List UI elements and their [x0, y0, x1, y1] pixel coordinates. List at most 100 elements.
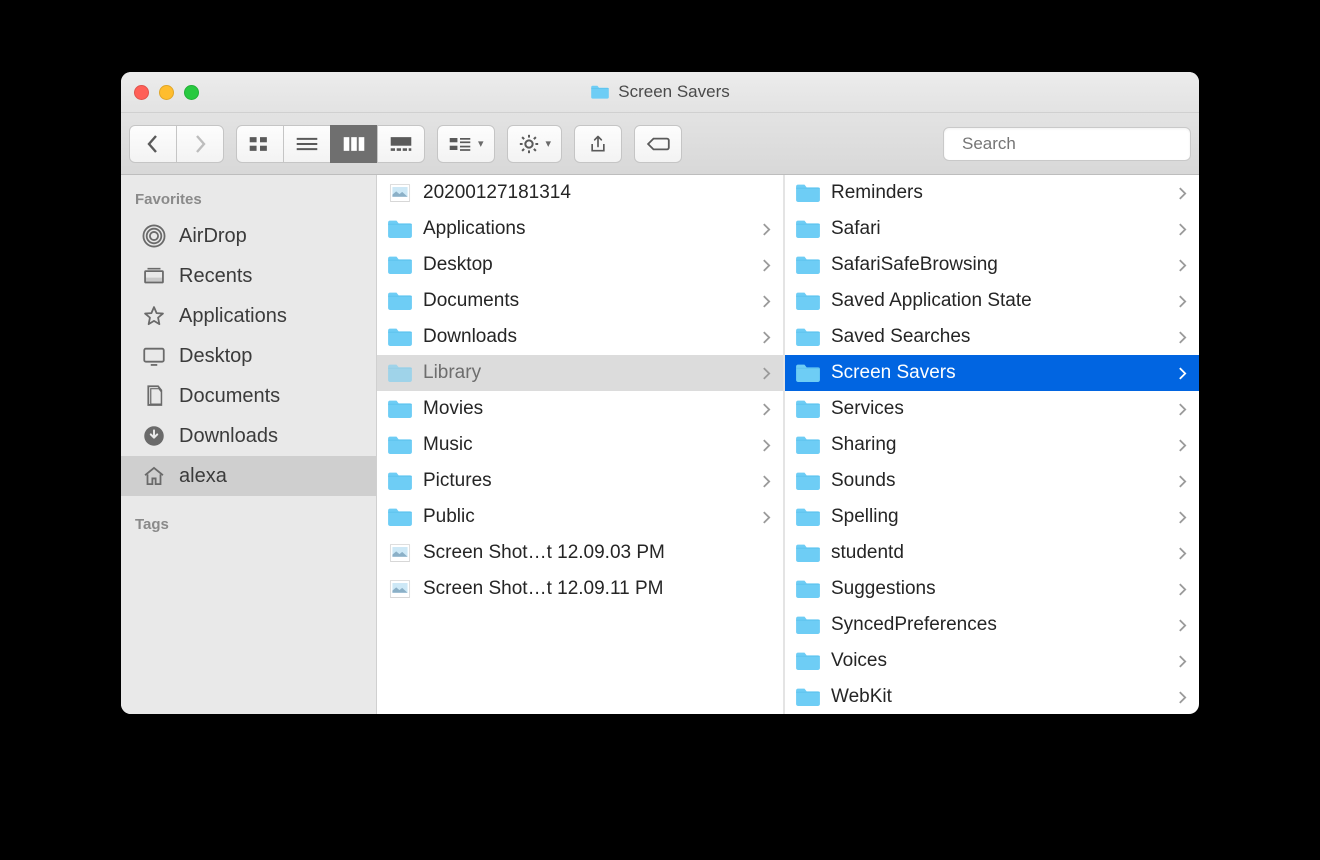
list-item[interactable]: 20200127181314	[377, 175, 783, 211]
item-label: Voices	[831, 650, 1168, 672]
list-item[interactable]: Reminders	[785, 175, 1199, 211]
desktop-icon	[141, 343, 167, 369]
chevron-right-icon	[1178, 331, 1189, 344]
grid-icon	[248, 135, 272, 153]
chevron-right-icon	[762, 223, 773, 236]
gallery-icon	[389, 135, 413, 153]
item-label: Services	[831, 398, 1168, 420]
view-list-button[interactable]	[283, 125, 331, 163]
group-by-button[interactable]: ▾	[437, 125, 495, 163]
item-label: Suggestions	[831, 578, 1168, 600]
item-label: Screen Savers	[831, 362, 1168, 384]
list-item[interactable]: Music	[377, 427, 783, 463]
list-item[interactable]: Screen Savers	[785, 355, 1199, 391]
list-item[interactable]: Library	[377, 355, 783, 391]
tag-icon	[645, 135, 671, 153]
list-item[interactable]: Applications	[377, 211, 783, 247]
minimize-window-button[interactable]	[159, 85, 174, 100]
folder-icon	[795, 182, 821, 204]
item-label: Sharing	[831, 434, 1168, 456]
item-label: Public	[423, 506, 752, 528]
list-item[interactable]: Desktop	[377, 247, 783, 283]
search-field[interactable]	[943, 127, 1191, 161]
list-item[interactable]: Services	[785, 391, 1199, 427]
sidebar-item-alexa[interactable]: alexa	[121, 456, 376, 496]
sidebar-item-desktop[interactable]: Desktop	[121, 336, 376, 376]
folder-icon	[387, 398, 413, 420]
list-item[interactable]: Saved Application State	[785, 283, 1199, 319]
titlebar: Screen Savers	[121, 72, 1199, 113]
view-gallery-button[interactable]	[377, 125, 425, 163]
list-item[interactable]: Screen Shot…t 12.09.03 PM	[377, 535, 783, 571]
documents-icon	[141, 383, 167, 409]
list-item[interactable]: Downloads	[377, 319, 783, 355]
list-item[interactable]: WebKit	[785, 679, 1199, 714]
folder-icon	[387, 218, 413, 240]
titlebar-folder-icon	[590, 84, 610, 100]
image-icon	[387, 578, 413, 600]
chevron-right-icon	[1178, 367, 1189, 380]
chevron-right-icon	[1178, 547, 1189, 560]
list-icon	[295, 135, 319, 153]
list-item[interactable]: Movies	[377, 391, 783, 427]
folder-icon	[795, 362, 821, 384]
item-label: studentd	[831, 542, 1168, 564]
list-item[interactable]: Voices	[785, 643, 1199, 679]
item-label: Saved Searches	[831, 326, 1168, 348]
list-item[interactable]: Spelling	[785, 499, 1199, 535]
downloads-icon	[141, 423, 167, 449]
folder-icon	[795, 470, 821, 492]
chevron-right-icon	[762, 439, 773, 452]
item-label: Safari	[831, 218, 1168, 240]
sidebar-heading-favorites: Favorites	[121, 185, 376, 216]
sidebar-item-label: Documents	[179, 385, 280, 408]
list-item[interactable]: Safari	[785, 211, 1199, 247]
share-button[interactable]	[574, 125, 622, 163]
list-item[interactable]: SyncedPreferences	[785, 607, 1199, 643]
item-label: SafariSafeBrowsing	[831, 254, 1168, 276]
nav-group	[129, 125, 224, 163]
chevron-right-icon	[1178, 619, 1189, 632]
action-menu-button[interactable]: ▾	[507, 125, 563, 163]
sidebar-item-airdrop[interactable]: AirDrop	[121, 216, 376, 256]
back-button[interactable]	[129, 125, 177, 163]
sidebar-item-documents[interactable]: Documents	[121, 376, 376, 416]
list-item[interactable]: Suggestions	[785, 571, 1199, 607]
item-label: Movies	[423, 398, 752, 420]
sidebar-item-applications[interactable]: Applications	[121, 296, 376, 336]
list-item[interactable]: Sounds	[785, 463, 1199, 499]
list-item[interactable]: Sharing	[785, 427, 1199, 463]
list-item[interactable]: Documents	[377, 283, 783, 319]
chevron-down-icon: ▾	[478, 137, 484, 150]
chevron-right-icon	[1178, 259, 1189, 272]
list-item[interactable]: SafariSafeBrowsing	[785, 247, 1199, 283]
forward-button[interactable]	[176, 125, 224, 163]
sidebar-item-label: alexa	[179, 465, 227, 488]
item-label: Applications	[423, 218, 752, 240]
list-item[interactable]: Pictures	[377, 463, 783, 499]
folder-icon	[795, 398, 821, 420]
zoom-window-button[interactable]	[184, 85, 199, 100]
sidebar-heading-tags: Tags	[121, 510, 376, 541]
sidebar-item-recents[interactable]: Recents	[121, 256, 376, 296]
list-item[interactable]: Screen Shot…t 12.09.11 PM	[377, 571, 783, 607]
close-window-button[interactable]	[134, 85, 149, 100]
view-mode-group	[236, 125, 425, 163]
list-item[interactable]: studentd	[785, 535, 1199, 571]
item-label: Reminders	[831, 182, 1168, 204]
applications-icon	[141, 303, 167, 329]
list-item[interactable]: Saved Searches	[785, 319, 1199, 355]
list-item[interactable]: Public	[377, 499, 783, 535]
sidebar-item-downloads[interactable]: Downloads	[121, 416, 376, 456]
tags-button[interactable]	[634, 125, 682, 163]
search-input[interactable]	[962, 134, 1183, 154]
item-label: SyncedPreferences	[831, 614, 1168, 636]
group-icon	[448, 135, 472, 153]
view-icons-button[interactable]	[236, 125, 284, 163]
folder-icon	[795, 686, 821, 708]
sidebar-item-label: Recents	[179, 265, 252, 288]
item-label: Screen Shot…t 12.09.11 PM	[423, 578, 773, 600]
item-label: 20200127181314	[423, 182, 773, 204]
view-columns-button[interactable]	[330, 125, 378, 163]
chevron-right-icon	[193, 134, 207, 154]
